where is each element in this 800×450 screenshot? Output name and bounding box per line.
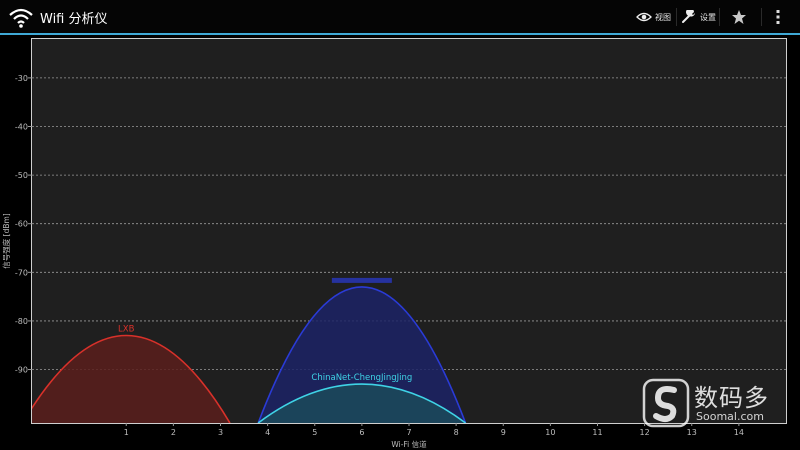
y-tick-label: -60 bbox=[15, 220, 28, 229]
watermark-brand: 数码多 bbox=[694, 384, 769, 412]
x-tick-label: 10 bbox=[545, 428, 555, 437]
x-tick-label: 8 bbox=[454, 428, 459, 437]
x-tick-label: 11 bbox=[592, 428, 602, 437]
x-tick-label: 5 bbox=[312, 428, 317, 437]
x-tick-label: 7 bbox=[406, 428, 411, 437]
x-tick-label: 1 bbox=[124, 428, 129, 437]
y-tick-label: -30 bbox=[15, 74, 28, 83]
x-tick-label: 12 bbox=[640, 428, 650, 437]
x-tick-label: 6 bbox=[359, 428, 364, 437]
x-tick-label: 4 bbox=[265, 428, 270, 437]
y-tick-label: -80 bbox=[15, 317, 28, 326]
watermark: 数码多 Soomal.com bbox=[642, 378, 792, 428]
y-tick-label: -90 bbox=[15, 366, 28, 375]
x-tick-label: 2 bbox=[171, 428, 176, 437]
x-tick-label: 13 bbox=[687, 428, 697, 437]
x-tick-label: 3 bbox=[218, 428, 223, 437]
series-label-blurred bbox=[331, 277, 392, 283]
y-tick-label: -40 bbox=[15, 122, 28, 131]
x-axis-title: Wi-Fi 信道 bbox=[391, 439, 427, 449]
x-tick-label: 9 bbox=[501, 428, 506, 437]
watermark-domain: Soomal.com bbox=[696, 410, 764, 423]
x-tick-label: 14 bbox=[734, 428, 744, 437]
series-label: ChinaNet-ChengJingJing bbox=[311, 373, 412, 383]
y-tick-label: -70 bbox=[15, 268, 28, 277]
series-label: LXB bbox=[118, 325, 135, 335]
y-tick-label: -50 bbox=[15, 171, 28, 180]
y-axis-title: 信号强度 [dBm] bbox=[1, 213, 11, 269]
watermark-logo-icon bbox=[642, 378, 690, 428]
